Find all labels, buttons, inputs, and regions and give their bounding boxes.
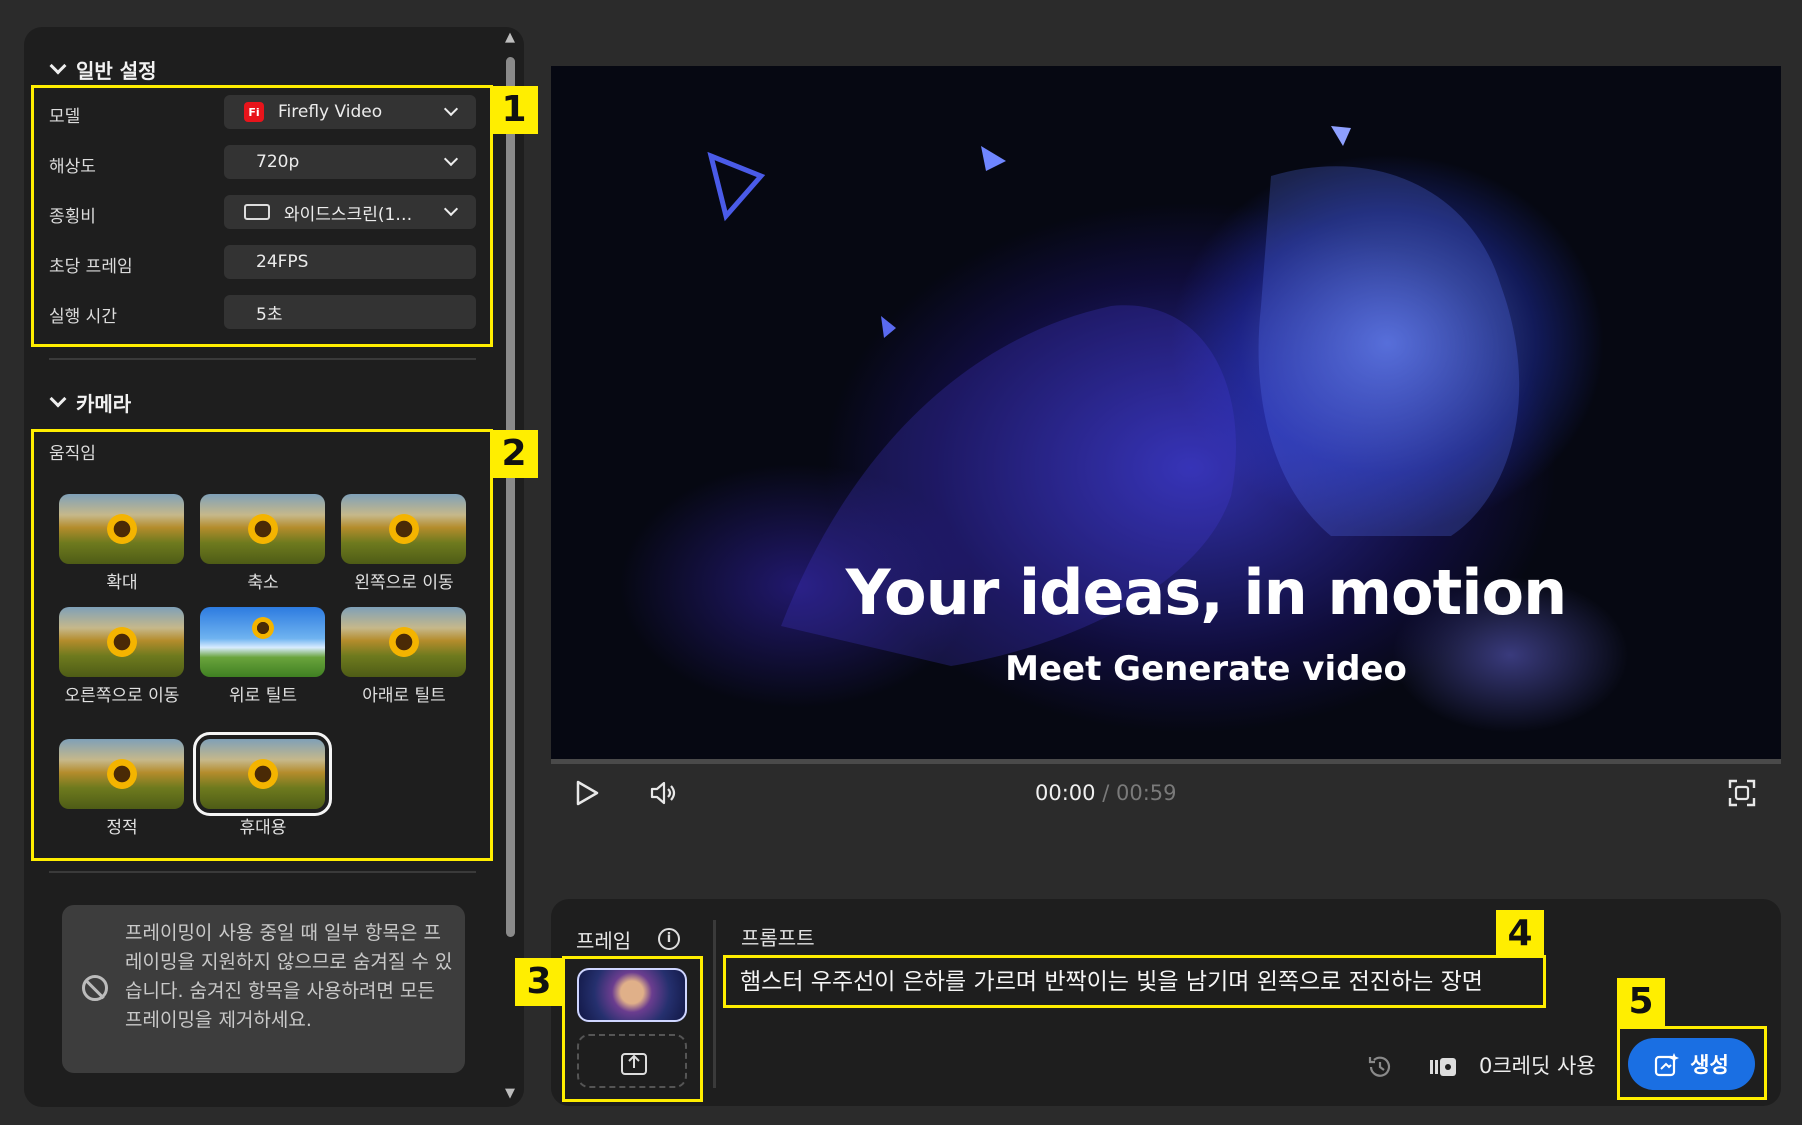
settings-scrollbar[interactable]: ▲ ▼ — [503, 27, 517, 1107]
annotation-number-5: 5 — [1617, 978, 1665, 1026]
annotation-number-4: 4 — [1496, 910, 1544, 958]
general-settings-header[interactable]: 일반 설정 — [49, 55, 157, 84]
chevron-down-icon — [49, 390, 67, 407]
video-timecode: 00:00 / 00:59 — [1035, 781, 1177, 805]
chevron-down-icon — [49, 57, 67, 74]
camera-header[interactable]: 카메라 — [49, 388, 132, 417]
time-separator: / — [1095, 781, 1116, 805]
scroll-down-icon[interactable]: ▼ — [503, 1087, 517, 1101]
scroll-up-icon[interactable]: ▲ — [503, 31, 517, 45]
prompt-label: 프롬프트 — [741, 926, 815, 950]
framing-notice-text: 프레이밍이 사용 중일 때 일부 항목은 프레이밍을 지원하지 않으므로 숨겨질… — [125, 922, 453, 1031]
video-progress-bar[interactable] — [551, 759, 1781, 764]
time-current: 00:00 — [1035, 781, 1096, 805]
panel-separator — [713, 920, 716, 1088]
framing-notice: 프레이밍이 사용 중일 때 일부 항목은 프레이밍을 지원하지 않으므로 숨겨질… — [62, 905, 465, 1073]
time-total: 00:59 — [1115, 781, 1177, 805]
video-preview[interactable]: Your ideas, in motion Meet Generate vide… — [551, 66, 1781, 759]
credits-icon — [1430, 1058, 1456, 1076]
video-headline: Your ideas, in motion — [845, 556, 1567, 629]
annotation-number-1: 1 — [490, 86, 538, 134]
volume-icon[interactable] — [649, 779, 679, 807]
section-divider — [49, 358, 476, 360]
camera-title: 카메라 — [76, 392, 132, 416]
annotation-box-5 — [1617, 1026, 1767, 1100]
annotation-box-3 — [562, 956, 703, 1102]
fullscreen-icon[interactable] — [1728, 779, 1756, 807]
annotation-number-3: 3 — [515, 958, 563, 1006]
frame-label: 프레임 — [576, 929, 632, 953]
annotation-number-2: 2 — [490, 430, 538, 478]
play-icon[interactable] — [575, 780, 599, 806]
ban-icon — [82, 975, 108, 1001]
section-divider — [49, 871, 476, 873]
history-icon[interactable] — [1366, 1053, 1394, 1081]
scroll-thumb[interactable] — [506, 57, 515, 937]
annotation-box-4 — [723, 955, 1546, 1008]
general-settings-title: 일반 설정 — [76, 59, 157, 83]
credits-used-text: 0크레딧 사용 — [1479, 1054, 1596, 1078]
info-icon[interactable]: i — [658, 928, 680, 950]
annotation-box-1 — [31, 85, 493, 347]
annotation-box-2 — [31, 429, 493, 861]
video-subheadline: Meet Generate video — [1005, 649, 1407, 689]
